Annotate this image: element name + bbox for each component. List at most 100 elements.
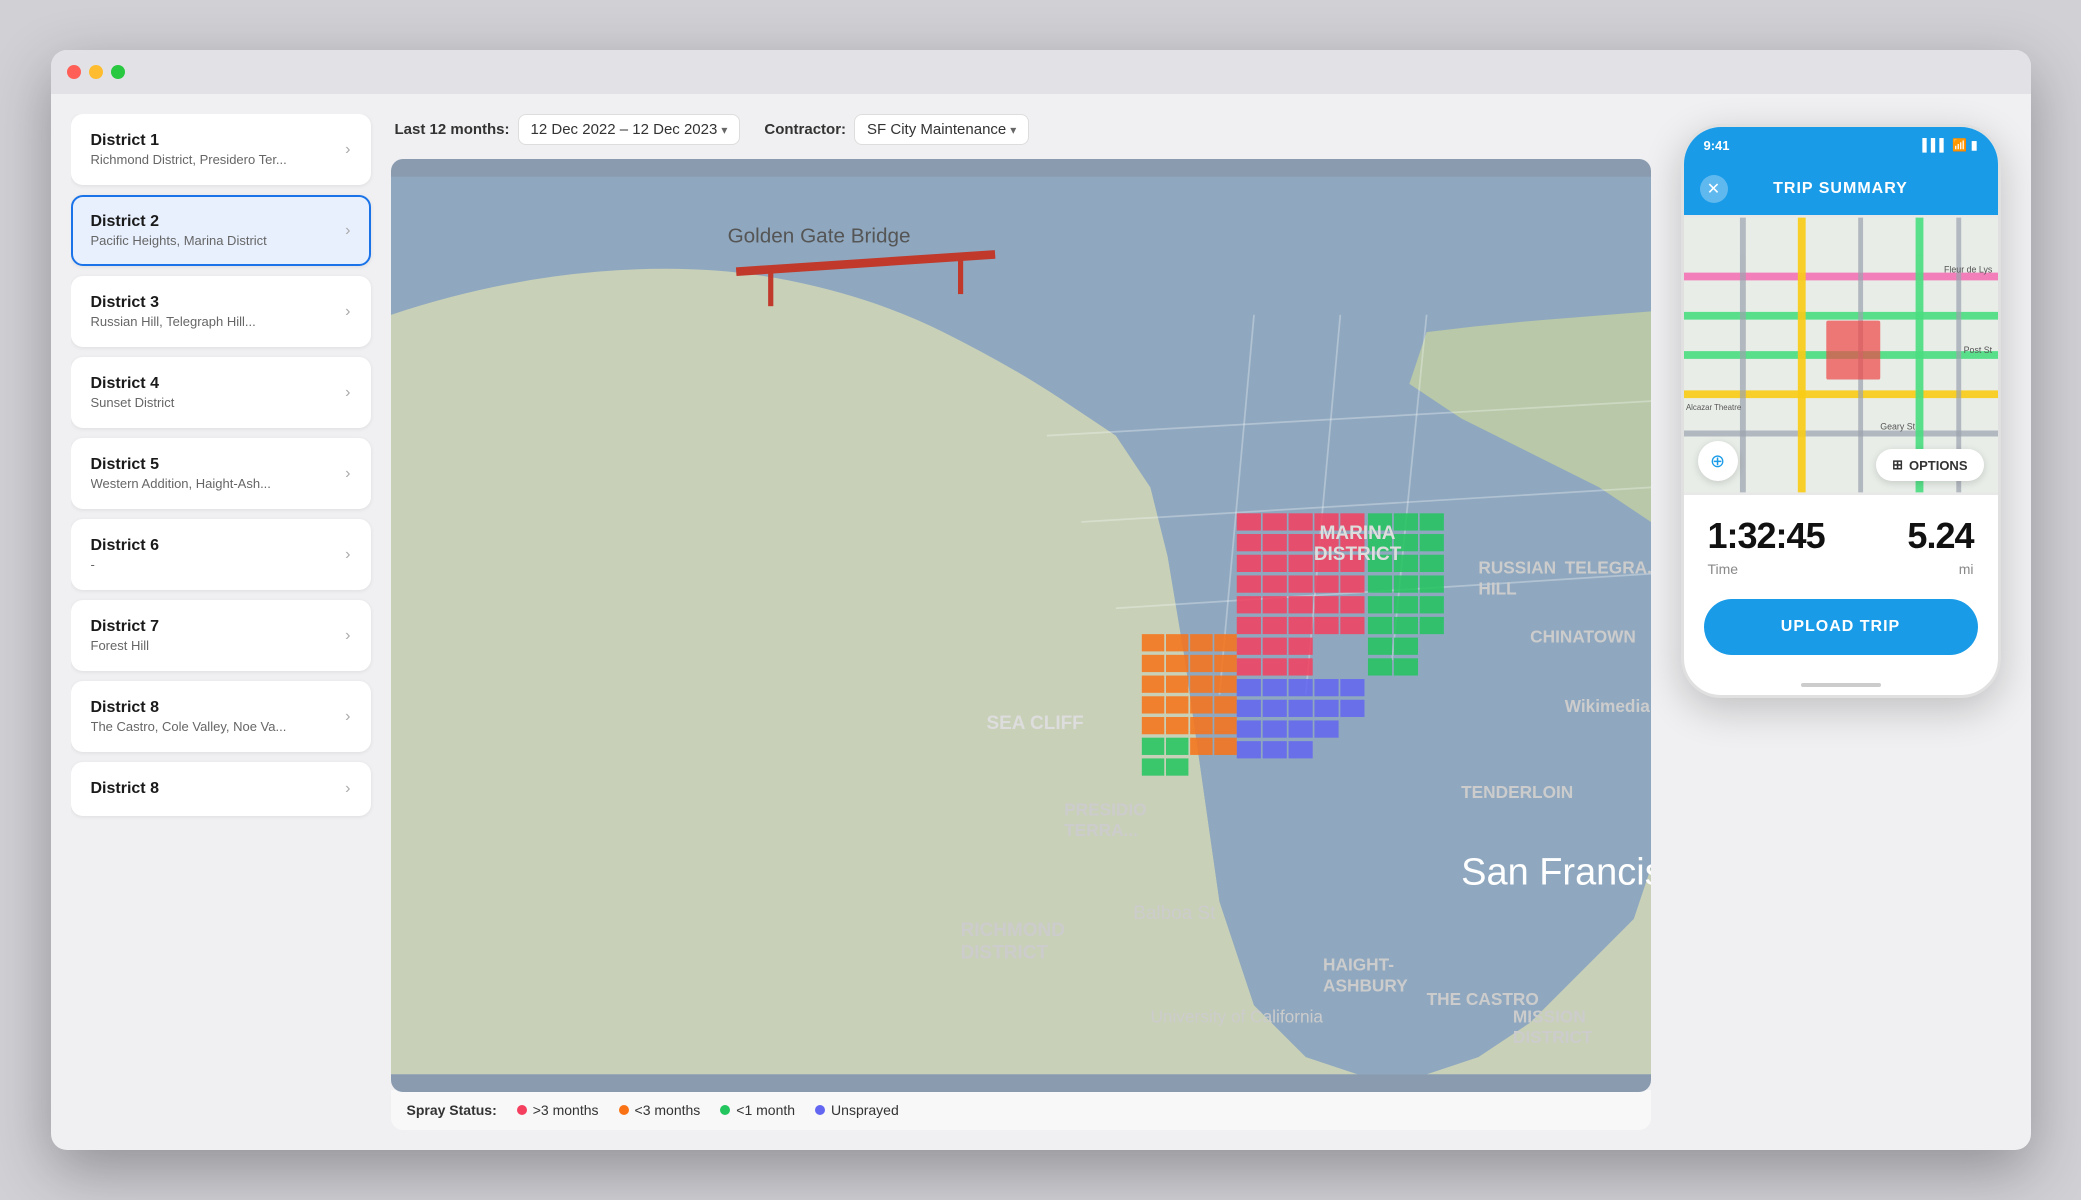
district-card-d3[interactable]: District 3 Russian Hill, Telegraph Hill.… [71,276,371,347]
minimize-button[interactable] [89,65,103,79]
phone-status-bar: 9:41 ▌▌▌ 📶 ▮ [1684,127,1998,163]
district-text-d5: District 5 Western Addition, Haight-Ash.… [91,456,338,491]
trip-time-label: Time [1708,561,1841,577]
district-sub-d8a: The Castro, Cole Valley, Noe Va... [91,719,338,734]
trip-time-value: 1:32:45 [1708,515,1841,557]
district-card-d8b[interactable]: District 8 › [71,762,371,816]
app-body: District 1 Richmond District, Presidero … [51,94,2031,1150]
chevron-right-icon: › [345,627,350,645]
phone-stats: 1:32:45 Time 5.24 mi [1684,495,1998,587]
chevron-right-icon: › [345,303,350,321]
district-text-d4: District 4 Sunset District [91,375,338,410]
fullscreen-button[interactable] [111,65,125,79]
district-card-d1[interactable]: District 1 Richmond District, Presidero … [71,114,371,185]
legend-dot-1 [619,1105,629,1115]
legend-text-1: <3 months [635,1102,701,1118]
svg-text:DISTRICT: DISTRICT [1313,544,1401,565]
legend-item-2: <1 month [720,1102,795,1118]
district-sub-d3: Russian Hill, Telegraph Hill... [91,314,338,329]
legend-dot-3 [815,1105,825,1115]
district-sub-d2: Pacific Heights, Marina District [91,233,338,248]
district-card-d4[interactable]: District 4 Sunset District › [71,357,371,428]
legend-text-0: >3 months [533,1102,599,1118]
district-name-d7: District 7 [91,618,338,636]
contractor-dropdown[interactable]: SF City Maintenance ▾ [854,114,1029,145]
legend-items-container: >3 months <3 months <1 month Unsprayed [517,1102,899,1118]
phone-mockup: 9:41 ▌▌▌ 📶 ▮ ✕ TRIP SUMMARY [1681,124,2001,698]
district-card-d5[interactable]: District 5 Western Addition, Haight-Ash.… [71,438,371,509]
district-sub-d4: Sunset District [91,395,338,410]
chevron-right-icon: › [345,465,350,483]
signal-bars-icon: ▌▌▌ [1922,138,1948,152]
district-name-d6: District 6 [91,537,338,555]
svg-text:Golden Gate Bridge: Golden Gate Bridge [727,224,910,247]
sidebar: District 1 Richmond District, Presidero … [71,114,381,1130]
district-card-d8a[interactable]: District 8 The Castro, Cole Valley, Noe … [71,681,371,752]
chevron-right-icon: › [345,708,350,726]
svg-text:HAIGHT-: HAIGHT- [1323,955,1394,975]
period-dropdown[interactable]: 12 Dec 2022 – 12 Dec 2023 ▾ [518,114,741,145]
svg-text:RUSSIAN: RUSSIAN [1478,558,1556,578]
district-text-d2: District 2 Pacific Heights, Marina Distr… [91,213,338,248]
district-card-d7[interactable]: District 7 Forest Hill › [71,600,371,671]
svg-text:University of California: University of California [1150,1006,1323,1026]
chevron-right-icon: › [345,222,350,240]
phone-wrapper: 9:41 ▌▌▌ 📶 ▮ ✕ TRIP SUMMARY [1671,114,2011,1130]
period-filter: Last 12 months: 12 Dec 2022 – 12 Dec 202… [395,114,741,145]
legend-dot-2 [720,1105,730,1115]
district-text-d1: District 1 Richmond District, Presidero … [91,132,338,167]
svg-text:Geary St: Geary St [1880,422,1915,432]
svg-text:DISTRICT: DISTRICT [960,943,1048,964]
district-sub-d6: - [91,557,338,572]
district-card-d6[interactable]: District 6 - › [71,519,371,590]
home-indicator [1684,675,1998,695]
district-name-d8a: District 8 [91,699,338,717]
distance-stat: 5.24 mi [1841,515,1974,577]
district-text-d7: District 7 Forest Hill [91,618,338,653]
phone-location-button[interactable]: ⊕ [1698,441,1738,481]
phone-close-button[interactable]: ✕ [1700,175,1728,203]
close-button[interactable] [67,65,81,79]
map-svg: Golden Gate Bridge MARINA DISTRICT RUSSI… [391,159,1651,1092]
location-icon: ⊕ [1710,451,1725,472]
home-bar [1801,683,1881,687]
district-sub-d1: Richmond District, Presidero Ter... [91,152,338,167]
period-chevron-icon: ▾ [721,123,727,137]
svg-text:DISTRICT: DISTRICT [1512,1027,1592,1047]
district-card-d2[interactable]: District 2 Pacific Heights, Marina Distr… [71,195,371,266]
chevron-right-icon: › [345,384,350,402]
time-stat: 1:32:45 Time [1708,515,1841,577]
svg-text:TERRA...: TERRA... [1064,820,1138,840]
svg-text:Fleur de Lys: Fleur de Lys [1944,265,1993,275]
chevron-right-icon: › [345,546,350,564]
svg-text:SEA CLIFF: SEA CLIFF [986,713,1083,734]
svg-text:ASHBURY: ASHBURY [1323,975,1408,995]
svg-text:Post St: Post St [1963,345,1992,355]
svg-text:PRESIDIO: PRESIDIO [1064,799,1146,819]
chevron-right-icon: › [345,141,350,159]
chevron-right-icon: › [345,780,350,798]
mac-window: District 1 Richmond District, Presidero … [51,50,2031,1150]
svg-text:Alcazar Theatre: Alcazar Theatre [1685,403,1741,412]
phone-options-button[interactable]: ⊞ OPTIONS [1876,449,1983,481]
svg-text:Wikimedia Fo...: Wikimedia Fo... [1564,696,1650,716]
upload-trip-button[interactable]: UPLOAD TRIP [1704,599,1978,655]
phone-trip-title: TRIP SUMMARY [1773,180,1908,198]
upload-trip-label: UPLOAD TRIP [1781,618,1900,636]
options-label: OPTIONS [1909,458,1968,473]
svg-text:TELEGRA...: TELEGRA... [1564,558,1650,578]
district-name-d3: District 3 [91,294,338,312]
svg-text:RICHMOND: RICHMOND [960,920,1064,941]
phone-signal-area: ▌▌▌ 📶 ▮ [1922,138,1977,152]
phone-time: 9:41 [1704,138,1730,153]
close-x-icon: ✕ [1707,179,1720,199]
period-value: 12 Dec 2022 – 12 Dec 2023 [531,121,718,138]
spray-status-label: Spray Status: [407,1102,497,1118]
legend-item-3: Unsprayed [815,1102,899,1118]
district-sub-d5: Western Addition, Haight-Ash... [91,476,338,491]
map-container: Golden Gate Bridge MARINA DISTRICT RUSSI… [391,159,1651,1092]
top-bar: Last 12 months: 12 Dec 2022 – 12 Dec 202… [391,114,1651,145]
svg-text:Balboa St: Balboa St [1133,903,1216,924]
legend-dot-0 [517,1105,527,1115]
svg-text:CHINATOWN: CHINATOWN [1530,627,1636,647]
